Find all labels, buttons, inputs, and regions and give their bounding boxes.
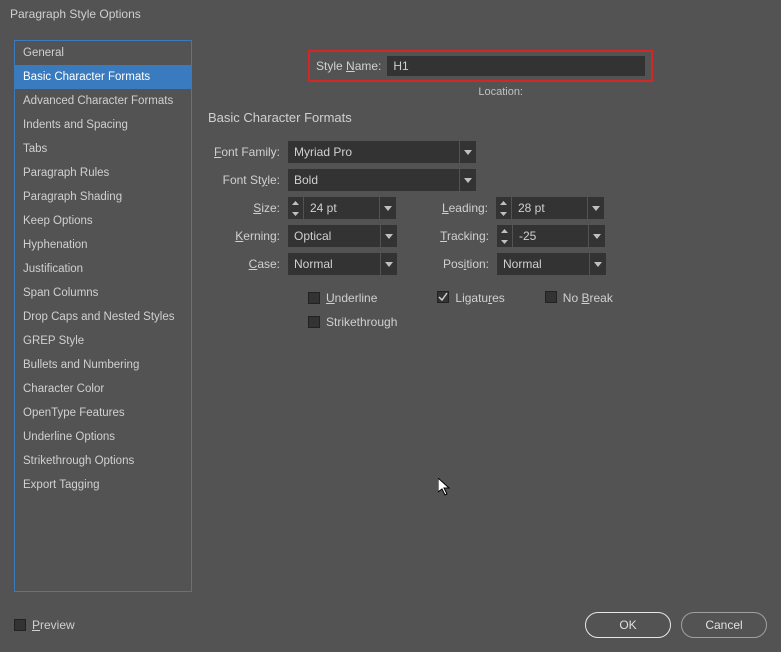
position-value[interactable]: Normal [497,253,590,275]
dialog-footer: Preview OK Cancel [14,612,767,638]
dialog-content: General Basic Character Formats Advanced… [14,40,767,592]
size-stepper[interactable] [288,197,304,219]
checkbox-icon [308,292,320,304]
tracking-label: Tracking: [397,229,497,243]
main-panel: Style Name: Location: Basic Character Fo… [192,40,767,592]
size-value[interactable]: 24 pt [304,197,380,219]
sidebar-item-drop-caps[interactable]: Drop Caps and Nested Styles [15,305,191,329]
font-family-value[interactable]: Myriad Pro [288,141,460,163]
font-family-combo[interactable]: Myriad Pro [288,141,476,163]
sidebar-item-export-tagging[interactable]: Export Tagging [15,473,191,497]
kerning-value[interactable]: Optical [288,225,381,247]
sidebar-item-paragraph-shading[interactable]: Paragraph Shading [15,185,191,209]
strikethrough-checkbox[interactable]: Strikethrough [308,315,397,329]
ligatures-label: Ligatures [455,291,504,305]
case-combo[interactable]: Normal [288,253,397,275]
position-combo[interactable]: Normal [497,253,606,275]
font-style-value[interactable]: Bold [288,169,460,191]
kerning-label: Kerning: [208,229,288,243]
chevron-down-icon[interactable] [381,253,397,275]
style-name-label: Style Name: [316,59,381,73]
checkbox-icon [545,291,557,303]
sidebar-item-general[interactable]: General [15,41,191,65]
ligatures-checkbox[interactable]: Ligatures [437,291,504,329]
form-grid: Font Family: Myriad Pro Font Style: Bold… [208,141,767,329]
size-label: Size: [208,201,288,215]
sidebar-item-grep-style[interactable]: GREP Style [15,329,191,353]
underline-label: Underline [326,291,377,305]
category-sidebar: General Basic Character Formats Advanced… [14,40,192,592]
font-style-combo[interactable]: Bold [288,169,476,191]
dialog-title: Paragraph Style Options [0,0,781,28]
kerning-combo[interactable]: Optical [288,225,397,247]
font-family-label: Font Family: [208,145,288,159]
preview-checkbox[interactable]: Preview [14,618,75,632]
sidebar-item-span-columns[interactable]: Span Columns [15,281,191,305]
style-name-highlight: Style Name: [308,50,653,82]
sidebar-item-strikethrough-options[interactable]: Strikethrough Options [15,449,191,473]
sidebar-item-paragraph-rules[interactable]: Paragraph Rules [15,161,191,185]
checkbox-icon [14,619,26,631]
size-combo[interactable]: 24 pt [288,197,396,219]
preview-label: Preview [32,618,75,632]
chevron-down-icon[interactable] [460,169,476,191]
sidebar-item-opentype-features[interactable]: OpenType Features [15,401,191,425]
underline-checkbox[interactable]: Underline [308,291,397,305]
chevron-down-icon[interactable] [589,225,605,247]
tracking-combo[interactable]: -25 [497,225,605,247]
sidebar-item-justification[interactable]: Justification [15,257,191,281]
sidebar-item-underline-options[interactable]: Underline Options [15,425,191,449]
tracking-value[interactable]: -25 [513,225,589,247]
case-label: Case: [208,257,288,271]
style-name-input[interactable] [387,56,645,76]
leading-stepper[interactable] [496,197,512,219]
sidebar-item-keep-options[interactable]: Keep Options [15,209,191,233]
sidebar-item-character-color[interactable]: Character Color [15,377,191,401]
chevron-down-icon[interactable] [588,197,604,219]
leading-value[interactable]: 28 pt [512,197,588,219]
no-break-checkbox[interactable]: No Break [545,291,613,329]
sidebar-item-bullets-numbering[interactable]: Bullets and Numbering [15,353,191,377]
sidebar-item-basic-character-formats[interactable]: Basic Character Formats [15,65,191,89]
case-value[interactable]: Normal [288,253,381,275]
chevron-down-icon[interactable] [590,253,606,275]
checkbox-icon [437,291,449,303]
sidebar-item-advanced-character-formats[interactable]: Advanced Character Formats [15,89,191,113]
leading-combo[interactable]: 28 pt [496,197,604,219]
section-title: Basic Character Formats [208,110,767,125]
font-style-label: Font Style: [208,173,288,187]
ok-button[interactable]: OK [585,612,671,638]
chevron-down-icon[interactable] [381,225,397,247]
sidebar-item-tabs[interactable]: Tabs [15,137,191,161]
sidebar-item-hyphenation[interactable]: Hyphenation [15,233,191,257]
no-break-label: No Break [563,291,613,305]
location-label: Location: [208,86,523,98]
position-label: Position: [397,257,497,271]
checkbox-icon [308,316,320,328]
leading-label: Leading: [396,201,496,215]
cancel-button[interactable]: Cancel [681,612,767,638]
strikethrough-label: Strikethrough [326,315,397,329]
sidebar-item-indents-and-spacing[interactable]: Indents and Spacing [15,113,191,137]
chevron-down-icon[interactable] [460,141,476,163]
chevron-down-icon[interactable] [380,197,396,219]
tracking-stepper[interactable] [497,225,513,247]
